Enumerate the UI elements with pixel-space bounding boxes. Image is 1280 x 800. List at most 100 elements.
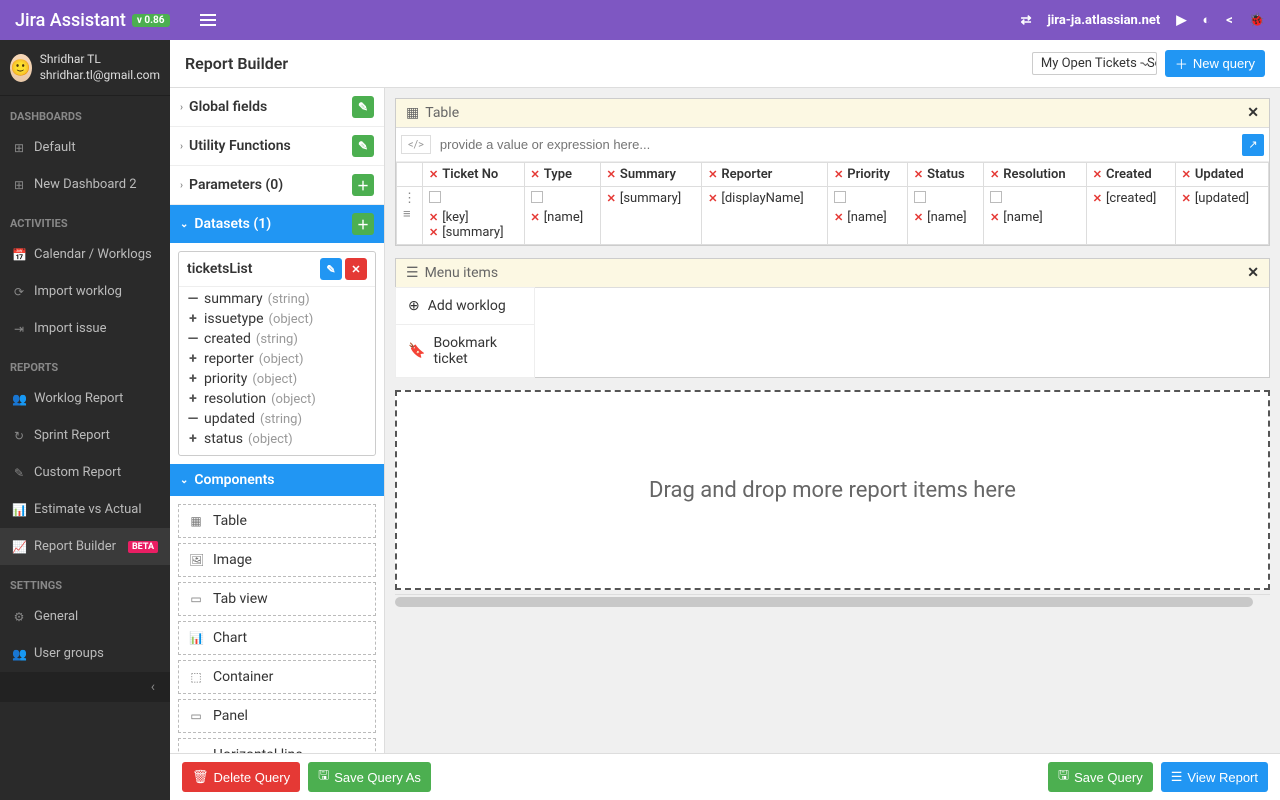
cell[interactable]: ✕[name]	[828, 187, 908, 245]
sidebar-item-new-dashboard-2[interactable]: ⊞New Dashboard 2	[0, 166, 170, 203]
col-summary[interactable]: ✕Summary	[600, 163, 702, 187]
new-query-button[interactable]: ＋New query	[1165, 50, 1265, 77]
components-header[interactable]: ⌄ Components	[170, 464, 384, 496]
sidebar-item-sprint-report[interactable]: ↻Sprint Report	[0, 417, 170, 454]
cell[interactable]: ✕[updated]	[1175, 187, 1268, 245]
expression-input[interactable]	[436, 133, 1237, 156]
field-reporter[interactable]: +reporter (object)	[187, 349, 367, 369]
field-resolution[interactable]: +resolution (object)	[187, 389, 367, 409]
domain-label[interactable]: jira-ja.atlassian.net	[1047, 13, 1160, 28]
col-type[interactable]: ✕Type	[524, 163, 600, 187]
checkbox[interactable]	[531, 191, 543, 203]
field-status[interactable]: +status (object)	[187, 429, 367, 449]
popout-icon[interactable]: ↗	[1242, 134, 1264, 156]
menu-item-bookmark-ticket[interactable]: 🔖Bookmark ticket	[395, 324, 535, 378]
remove-col-icon[interactable]: ✕	[531, 168, 540, 181]
field-updated[interactable]: —updated (string)	[187, 409, 367, 429]
col-updated[interactable]: ✕Updated	[1175, 163, 1268, 187]
edit-button[interactable]: ✎	[352, 96, 374, 118]
checkbox[interactable]	[990, 191, 1002, 203]
cell[interactable]: ✕[displayName]	[702, 187, 828, 245]
edit-dataset-button[interactable]: ✎	[320, 258, 342, 280]
add-button[interactable]: ＋	[352, 174, 374, 196]
sidebar-item-default[interactable]: ⊞Default	[0, 129, 170, 166]
sidebar-item-user-groups[interactable]: 👥User groups	[0, 635, 170, 672]
code-icon[interactable]: </>	[401, 135, 431, 154]
checkbox[interactable]	[834, 191, 846, 203]
delete-dataset-button[interactable]: ✕	[345, 258, 367, 280]
accordion-global-fields[interactable]: ›Global fields✎	[170, 88, 384, 126]
remove-col-icon[interactable]: ✕	[914, 168, 923, 181]
remove-col-icon[interactable]: ✕	[1093, 168, 1102, 181]
remove-col-icon[interactable]: ✕	[708, 168, 717, 181]
col-reporter[interactable]: ✕Reporter	[702, 163, 828, 187]
component-container[interactable]: ⬚Container	[178, 660, 376, 694]
checkbox[interactable]	[429, 191, 441, 203]
cell[interactable]: ✕[summary]	[600, 187, 702, 245]
view-report-button[interactable]: ☰View Report	[1161, 762, 1268, 792]
col-priority[interactable]: ✕Priority	[828, 163, 908, 187]
swap-icon[interactable]: ⇄	[1021, 13, 1032, 28]
nav-label: Sprint Report	[34, 428, 110, 443]
cell[interactable]: ✕[name]	[984, 187, 1087, 245]
remove-col-icon[interactable]: ✕	[429, 168, 438, 181]
col-resolution[interactable]: ✕Resolution	[984, 163, 1087, 187]
component-tab-view[interactable]: ▭Tab view	[178, 582, 376, 616]
sidebar-item-import-worklog[interactable]: ⟳Import worklog	[0, 273, 170, 310]
cell[interactable]: ✕[key]✕[summary]	[423, 187, 525, 245]
query-selector[interactable]: My Open Tickets - Sor	[1032, 52, 1157, 75]
sidebar-item-worklog-report[interactable]: 👥Worklog Report	[0, 380, 170, 417]
sidebar-item-calendar-worklogs[interactable]: 📅Calendar / Worklogs	[0, 236, 170, 273]
checkbox[interactable]	[914, 191, 926, 203]
component-image[interactable]: 🖼Image	[178, 543, 376, 577]
col-ticket no[interactable]: ✕Ticket No	[423, 163, 525, 187]
chevron-right-icon: ›	[180, 141, 183, 152]
close-icon[interactable]: ✕	[1247, 265, 1259, 281]
user-box[interactable]: 🙂 Shridhar TL shridhar.tl@gmail.com	[0, 40, 170, 96]
youtube-icon[interactable]: ▶	[1176, 13, 1186, 28]
section-title: SETTINGS	[0, 565, 170, 598]
component-chart[interactable]: 📊Chart	[178, 621, 376, 655]
remove-col-icon[interactable]: ✕	[834, 168, 843, 181]
sidebar-item-report-builder[interactable]: 📈Report BuilderBETA	[0, 528, 170, 565]
save-query-button[interactable]: 🖫Save Query	[1048, 762, 1153, 792]
cell[interactable]: ✕[name]	[907, 187, 983, 245]
remove-col-icon[interactable]: ✕	[990, 168, 999, 181]
accordion-utility-functions[interactable]: ›Utility Functions✎	[170, 127, 384, 165]
edit-button[interactable]: ✎	[352, 135, 374, 157]
field-created[interactable]: —created (string)	[187, 329, 367, 349]
close-icon[interactable]: ✕	[1247, 105, 1259, 121]
sidebar-collapse[interactable]: ‹	[0, 672, 170, 702]
save-query-as-button[interactable]: 🖫Save Query As	[308, 762, 431, 792]
col-created[interactable]: ✕Created	[1086, 163, 1175, 187]
datasets-header[interactable]: ⌄ Datasets (1) ＋	[170, 205, 384, 243]
h-scrollbar[interactable]	[395, 594, 1270, 608]
row-handle[interactable]: ⋮≡	[397, 187, 423, 245]
nav-icon: ⊞	[12, 141, 26, 155]
field-issuetype[interactable]: +issuetype (object)	[187, 309, 367, 329]
sidebar-item-custom-report[interactable]: ✎Custom Report	[0, 454, 170, 491]
contrast-icon[interactable]: ◐	[1202, 12, 1210, 28]
component-horizontal-line[interactable]: —Horizontal line	[178, 738, 376, 753]
accordion-parameters-0-[interactable]: ›Parameters (0)＋	[170, 166, 384, 204]
hamburger-icon[interactable]	[200, 14, 216, 26]
sidebar-item-estimate-vs-actual[interactable]: 📊Estimate vs Actual	[0, 491, 170, 528]
cell[interactable]: ✕[created]	[1086, 187, 1175, 245]
col-status[interactable]: ✕Status	[907, 163, 983, 187]
add-dataset-button[interactable]: ＋	[352, 213, 374, 235]
cell[interactable]: ✕[name]	[524, 187, 600, 245]
field-priority[interactable]: +priority (object)	[187, 369, 367, 389]
component-table[interactable]: ▦Table	[178, 504, 376, 538]
delete-query-button[interactable]: 🗑Delete Query	[182, 762, 300, 792]
share-icon[interactable]: <	[1226, 13, 1233, 28]
sidebar-item-general[interactable]: ⚙General	[0, 598, 170, 635]
drop-zone[interactable]: Drag and drop more report items here	[395, 390, 1270, 590]
bug-icon[interactable]: 🐞	[1249, 13, 1265, 28]
sidebar-item-import-issue[interactable]: ⇥Import issue	[0, 310, 170, 347]
remove-col-icon[interactable]: ✕	[607, 168, 616, 181]
nav-label: Calendar / Worklogs	[34, 247, 152, 262]
menu-item-add-worklog[interactable]: ⊕Add worklog	[395, 287, 535, 325]
remove-col-icon[interactable]: ✕	[1182, 168, 1191, 181]
component-panel[interactable]: ▭Panel	[178, 699, 376, 733]
field-summary[interactable]: —summary (string)	[187, 289, 367, 309]
